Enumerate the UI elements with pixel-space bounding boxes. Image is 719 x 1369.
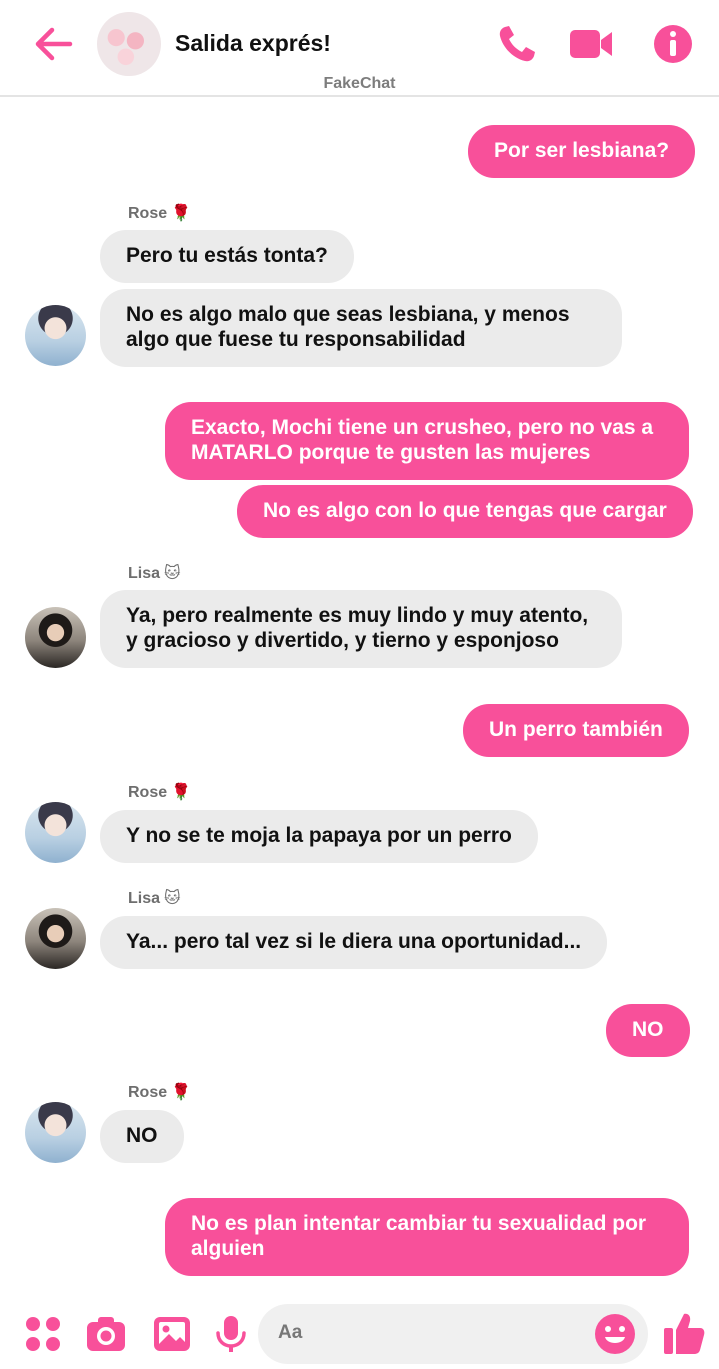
message-input-placeholder: Aa xyxy=(278,1322,303,1343)
received-message[interactable]: Y no se te moja la papaya por un perro xyxy=(100,810,538,863)
sender-name: Rose 🌹 xyxy=(128,784,192,801)
sent-message[interactable]: Exacto, Mochi tiene un crusheo, pero no … xyxy=(165,402,689,480)
avatar-rose[interactable] xyxy=(25,802,86,863)
emoji-icon[interactable] xyxy=(594,1313,636,1355)
received-message[interactable]: NO xyxy=(100,1110,184,1163)
sent-message[interactable]: Un perro también xyxy=(463,704,689,757)
sender-name: Lisa 🐱 xyxy=(128,565,181,582)
apps-icon[interactable] xyxy=(23,1314,63,1354)
microphone-icon[interactable] xyxy=(211,1314,251,1354)
phone-icon[interactable] xyxy=(495,22,541,66)
image-icon[interactable] xyxy=(152,1314,192,1354)
received-message[interactable]: Ya, pero realmente es muy lindo y muy at… xyxy=(100,590,622,668)
sent-message[interactable]: Por ser lesbiana? xyxy=(468,125,696,178)
chat-title[interactable]: Salida exprés! xyxy=(175,30,331,57)
app-name-label: FakeChat xyxy=(323,75,396,92)
back-arrow-icon[interactable] xyxy=(30,22,78,66)
camera-icon[interactable] xyxy=(86,1314,126,1354)
info-icon[interactable] xyxy=(650,22,696,66)
sender-name: Rose 🌹 xyxy=(128,205,192,222)
received-message[interactable]: Ya... pero tal vez si le diera una oport… xyxy=(100,916,608,969)
avatar-lisa[interactable] xyxy=(25,908,86,969)
chat-header: Salida exprés! FakeChat xyxy=(0,0,719,97)
sent-message[interactable]: NO xyxy=(606,1004,690,1057)
sent-message[interactable]: No es plan intentar cambiar tu sexualida… xyxy=(165,1198,689,1276)
received-message[interactable]: No es algo malo que seas lesbiana, y men… xyxy=(100,289,622,367)
message-input[interactable]: Aa xyxy=(258,1304,648,1364)
message-composer: Aa xyxy=(0,1298,719,1369)
group-avatar[interactable] xyxy=(97,12,161,76)
sender-name: Rose 🌹 xyxy=(128,1084,192,1101)
thumbs-up-icon[interactable] xyxy=(662,1310,706,1356)
avatar-rose[interactable] xyxy=(25,305,86,366)
avatar-rose[interactable] xyxy=(25,1102,86,1163)
avatar-lisa[interactable] xyxy=(25,607,86,668)
received-message[interactable]: Pero tu estás tonta? xyxy=(100,230,354,283)
sender-name: Lisa 🐱 xyxy=(128,890,181,907)
video-camera-icon[interactable] xyxy=(568,22,614,66)
sent-message[interactable]: No es algo con lo que tengas que cargar xyxy=(237,485,693,538)
